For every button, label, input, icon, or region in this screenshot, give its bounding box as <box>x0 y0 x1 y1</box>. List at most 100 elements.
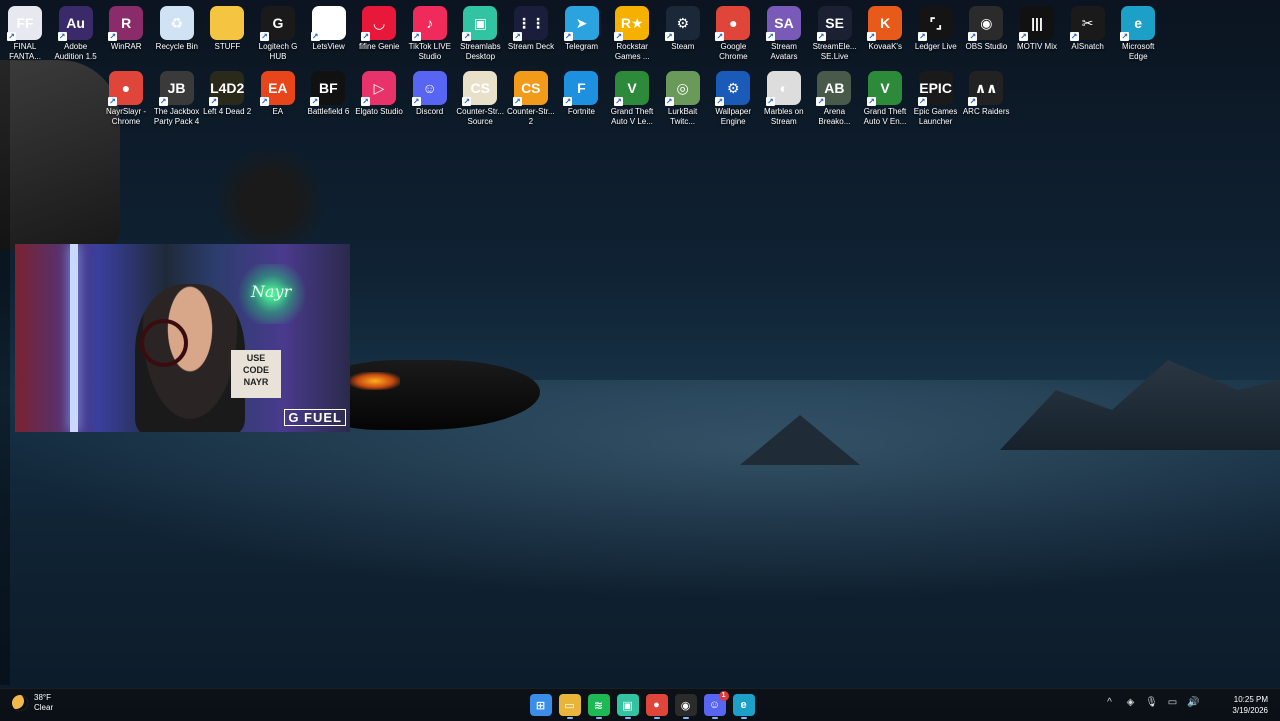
volume-icon[interactable]: 🔊 <box>1183 697 1204 708</box>
desktop-shortcut[interactable]: CS ↗ Counter-Str... Source <box>455 71 505 127</box>
desktop-shortcut[interactable]: BF ↗ Battlefield 6 <box>303 71 353 117</box>
chrome-icon: ● ↗ <box>715 6 751 41</box>
icon-glyph: EPIC <box>919 80 952 96</box>
desktop-shortcut[interactable]: CS ↗ Counter-Str... 2 <box>506 71 556 127</box>
desktop-shortcut-label: AISnatch <box>1071 42 1104 51</box>
desktop-shortcut[interactable]: ⚙ ↗ Wallpaper Engine <box>708 71 758 127</box>
desktop-shortcut[interactable]: ➤ ↗ Telegram <box>557 6 607 52</box>
obs-studio-icon: ◉ <box>680 699 691 712</box>
taskbar-discord[interactable]: ☺ 1 <box>703 691 729 719</box>
left-edge-strip <box>0 60 10 685</box>
desktop-shortcut[interactable]: EPIC ↗ Epic Games Launcher <box>911 71 961 127</box>
network-icon[interactable]: ▭ <box>1162 697 1183 708</box>
shortcut-arrow-icon: ↗ <box>108 32 118 41</box>
shortcut-arrow-icon: ↗ <box>1019 32 1028 41</box>
desktop-shortcut-label: Telegram <box>565 42 599 51</box>
icon-glyph: SA <box>774 15 794 31</box>
shortcut-arrow-icon: ↗ <box>462 97 472 106</box>
icon-glyph: ◉ <box>980 14 993 31</box>
desktop-shortcut-label: Arena Breako... <box>818 107 851 126</box>
desktop-shortcut[interactable]: SA ↗ Stream Avatars <box>759 6 809 62</box>
chrome-icon: ● <box>653 699 660 711</box>
icon-glyph: ◇ <box>323 14 334 31</box>
desktop-shortcut-label: Adobe Audition 1.5 <box>54 42 97 61</box>
final-fantasy-icon: FF ↗ <box>7 6 42 41</box>
security-shield-icon[interactable]: ◈ <box>1120 697 1141 708</box>
shortcut-arrow-icon: ↗ <box>917 97 927 106</box>
icon-glyph: ✂ <box>1081 14 1094 31</box>
edge-icon: e ↗ <box>1120 6 1156 41</box>
desktop-shortcut[interactable]: L4D2 ↗ Left 4 Dead 2 <box>202 71 252 117</box>
desktop-shortcut-label: Streamlabs Desktop <box>460 42 501 61</box>
desktop-shortcut[interactable]: R★ ↗ Rockstar Games ... <box>607 6 657 62</box>
desktop-shortcut[interactable]: ● ↗ Google Chrome <box>708 6 758 62</box>
desktop-shortcut[interactable]: AB ↗ Arena Breako... <box>809 71 859 127</box>
shortcut-arrow-icon: ↗ <box>513 32 522 41</box>
desktop-shortcut[interactable]: V ↗ Grand Theft Auto V Le... <box>607 71 657 127</box>
microphone-icon[interactable]: 🎙 <box>1141 697 1162 708</box>
desktop-shortcut[interactable]: K ↗ KovaaK's <box>860 6 910 52</box>
shortcut-arrow-icon: ↗ <box>260 32 269 41</box>
desktop-shortcut[interactable]: ◡ ↗ fifine Genie <box>354 6 404 52</box>
taskbar-edge[interactable]: e <box>732 694 755 719</box>
desktop-shortcut[interactable]: ♻ Recycle Bin <box>152 6 202 52</box>
desktop-shortcut[interactable]: ✂ ↗ AISnatch <box>1063 6 1113 52</box>
desktop-shortcut[interactable]: Au ↗ Adobe Audition 1.5 <box>51 6 101 62</box>
taskbar-spotify[interactable]: ≋ <box>587 694 610 719</box>
shortcut-arrow-icon: ↗ <box>310 32 320 41</box>
shortcut-arrow-icon: ↗ <box>867 32 877 41</box>
desktop-shortcut[interactable]: JB ↗ The Jackbox Party Pack 4 <box>152 71 202 127</box>
wallpaper-campfire <box>350 372 400 390</box>
desktop-shortcut[interactable]: ⌜⌟ ↗ Ledger Live <box>911 6 961 52</box>
taskbar-streamlabs[interactable]: ▣ <box>616 694 639 719</box>
desktop-shortcut[interactable]: ◇ ↗ LetsView <box>304 6 354 52</box>
desktop-shortcut[interactable]: ◎ ↗ LurkBait Twitc... <box>658 71 708 127</box>
counter-strike-2-icon: CS ↗ <box>512 71 548 106</box>
taskbar-file-explorer[interactable]: ▭ <box>558 694 581 719</box>
chrome-profile-icon: ● ↗ <box>108 71 143 106</box>
notification-badge: 1 <box>718 691 729 701</box>
webcam-overlay: Nayr USE CODE NAYR G FUEL <box>15 244 350 432</box>
file-explorer-icon: ▭ <box>564 699 575 712</box>
desktop-shortcut[interactable]: F ↗ Fortnite <box>556 71 606 117</box>
shortcut-arrow-icon: ↗ <box>310 97 320 106</box>
desktop-shortcut[interactable]: ◉ ↗ OBS Studio <box>961 6 1011 52</box>
desktop-shortcut[interactable]: ⚙ ↗ Steam <box>658 6 708 52</box>
desktop-shortcut[interactable]: V ↗ Grand Theft Auto V En... <box>860 71 910 127</box>
desktop-shortcut[interactable]: ||| ↗ MOTIV Mix <box>1012 6 1062 52</box>
stream-avatars-icon: SA ↗ <box>766 6 801 41</box>
desktop-shortcut[interactable]: R ↗ WinRAR <box>101 6 151 52</box>
webcam-code-sign: USE CODE NAYR <box>231 350 281 398</box>
desktop-shortcut[interactable]: ⋮⋮ ↗ Stream Deck <box>506 6 556 52</box>
chevron-up-icon[interactable]: ^ <box>1099 697 1120 708</box>
icon-glyph: ⚙ <box>726 79 740 96</box>
desktop-shortcut[interactable]: G ↗ Logitech G HUB <box>253 6 303 62</box>
icon-glyph: ◐ <box>779 80 789 96</box>
shortcut-arrow-icon: ↗ <box>968 97 978 106</box>
desktop-shortcut[interactable]: ▣ ↗ Streamlabs Desktop <box>455 6 505 62</box>
taskbar-obs-studio[interactable]: ◉ <box>674 694 697 719</box>
desktop-shortcut[interactable]: ● ↗ NayrSlayr - Chrome <box>101 71 151 127</box>
desktop-shortcut[interactable]: ∧∧ ↗ ARC Raiders <box>961 71 1011 117</box>
desktop-shortcut[interactable]: EA ↗ EA <box>253 71 303 117</box>
desktop-shortcut[interactable]: FF ↗ FINAL FANTA... <box>0 6 50 62</box>
desktop-shortcut[interactable]: ◐ ↗ Marbles on Stream <box>759 71 809 127</box>
icon-glyph: ||| <box>1031 15 1043 31</box>
ledger-live-icon: ⌜⌟ ↗ <box>917 6 953 41</box>
taskbar-chrome[interactable]: ● <box>645 694 668 719</box>
taskbar-start-button[interactable]: ⊞ <box>529 694 552 716</box>
weather-widget[interactable]: 38°F Clear <box>12 693 53 713</box>
desktop-shortcut[interactable]: ♪ ↗ TikTok LIVE Studio <box>405 6 455 62</box>
headset-icon <box>140 319 188 367</box>
desktop-shortcut[interactable]: e ↗ Microsoft Edge <box>1113 6 1163 62</box>
desktop-shortcut[interactable]: ☺ ↗ Discord <box>405 71 455 117</box>
desktop-shortcut[interactable]: SE ↗ StreamEle... SE.Live <box>810 6 860 62</box>
shortcut-arrow-icon: ↗ <box>259 97 269 106</box>
icon-glyph: EA <box>268 80 288 96</box>
icon-glyph: V <box>627 80 637 96</box>
desktop-shortcut[interactable]: ▷ ↗ Elgato Studio <box>354 71 404 117</box>
desktop-shortcut[interactable]: STUFF <box>202 6 252 52</box>
taskbar-clock[interactable]: 10:25 PM 3/19/2026 <box>1232 694 1268 716</box>
ea-icon: EA ↗ <box>259 71 295 106</box>
icon-glyph: K <box>880 15 891 31</box>
